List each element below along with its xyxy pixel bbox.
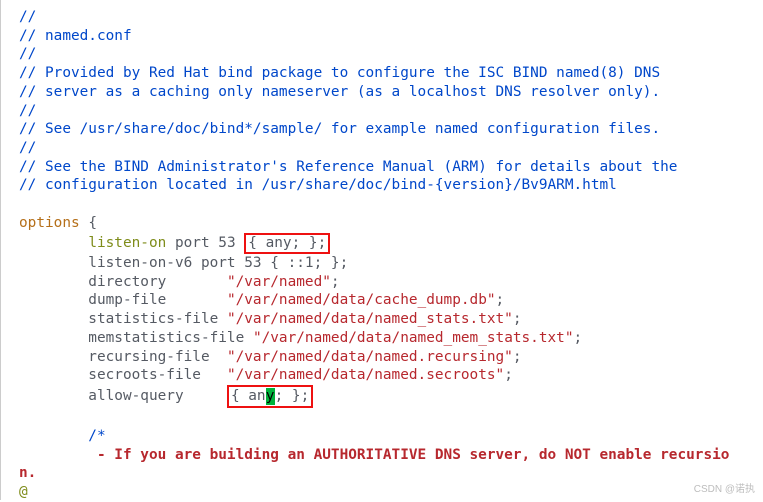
comment-line: // [19, 46, 36, 62]
comment-line: // Provided by Red Hat bind package to c… [19, 65, 660, 81]
string-path: "/var/named/data/named.recursing" [227, 349, 513, 365]
code-text: statistics-file [19, 311, 227, 327]
comment-line: // See /usr/share/doc/bind*/sample/ for … [19, 121, 660, 137]
comment-line: // [19, 140, 36, 156]
keyword-listen-on: listen-on [88, 235, 166, 251]
comment-line: // [19, 9, 36, 25]
keyword-options: options [19, 215, 80, 231]
highlight-box-1: { any; }; [244, 233, 330, 254]
string-path: "/var/named/data/named.secroots" [227, 367, 504, 383]
code-text: directory [19, 274, 227, 290]
comment-line: // configuration located in /usr/share/d… [19, 177, 617, 193]
string-path: "/var/named/data/cache_dump.db" [227, 292, 496, 308]
text-cursor: y [266, 388, 275, 405]
highlight-pre: { an [231, 388, 266, 404]
semicolon: ; [331, 274, 340, 290]
comment-line: // See the BIND Administrator's Referenc… [19, 159, 677, 175]
highlight-post: ; }; [275, 388, 310, 404]
string-path: "/var/named/data/named_mem_stats.txt" [253, 330, 574, 346]
comment-line: // [19, 103, 36, 119]
comment-line: // named.conf [19, 28, 132, 44]
semicolon: ; [496, 292, 505, 308]
semicolon: ; [513, 349, 522, 365]
code-text: recursing-file [19, 349, 227, 365]
block-comment-wrap: n. [19, 465, 36, 481]
semicolon: ; [574, 330, 583, 346]
string-path: "/var/named/data/named_stats.txt" [227, 311, 513, 327]
listen-on-port: port 53 [166, 235, 244, 251]
at-symbol: @ [19, 484, 28, 500]
watermark: CSDN @诺执 [694, 483, 755, 496]
code-text: listen-on-v6 port 53 { ::1; }; [19, 255, 348, 271]
code-text: secroots-file [19, 367, 227, 383]
block-comment-line: - If you are building an AUTHORITATIVE D… [19, 447, 729, 463]
string-path: "/var/named" [227, 274, 331, 290]
comment-line: // server as a caching only nameserver (… [19, 84, 660, 100]
semicolon: ; [504, 367, 513, 383]
code-text: allow-query [19, 388, 227, 404]
block-comment-open: /* [19, 428, 106, 444]
code-viewer: // // named.conf // // Provided by Red H… [0, 0, 763, 500]
semicolon: ; [513, 311, 522, 327]
code-text: dump-file [19, 292, 227, 308]
code-text: memstatistics-file [19, 330, 253, 346]
highlight-text: { any; }; [248, 235, 326, 251]
highlight-box-2: { any; }; [227, 385, 313, 408]
brace-open: { [80, 215, 97, 231]
